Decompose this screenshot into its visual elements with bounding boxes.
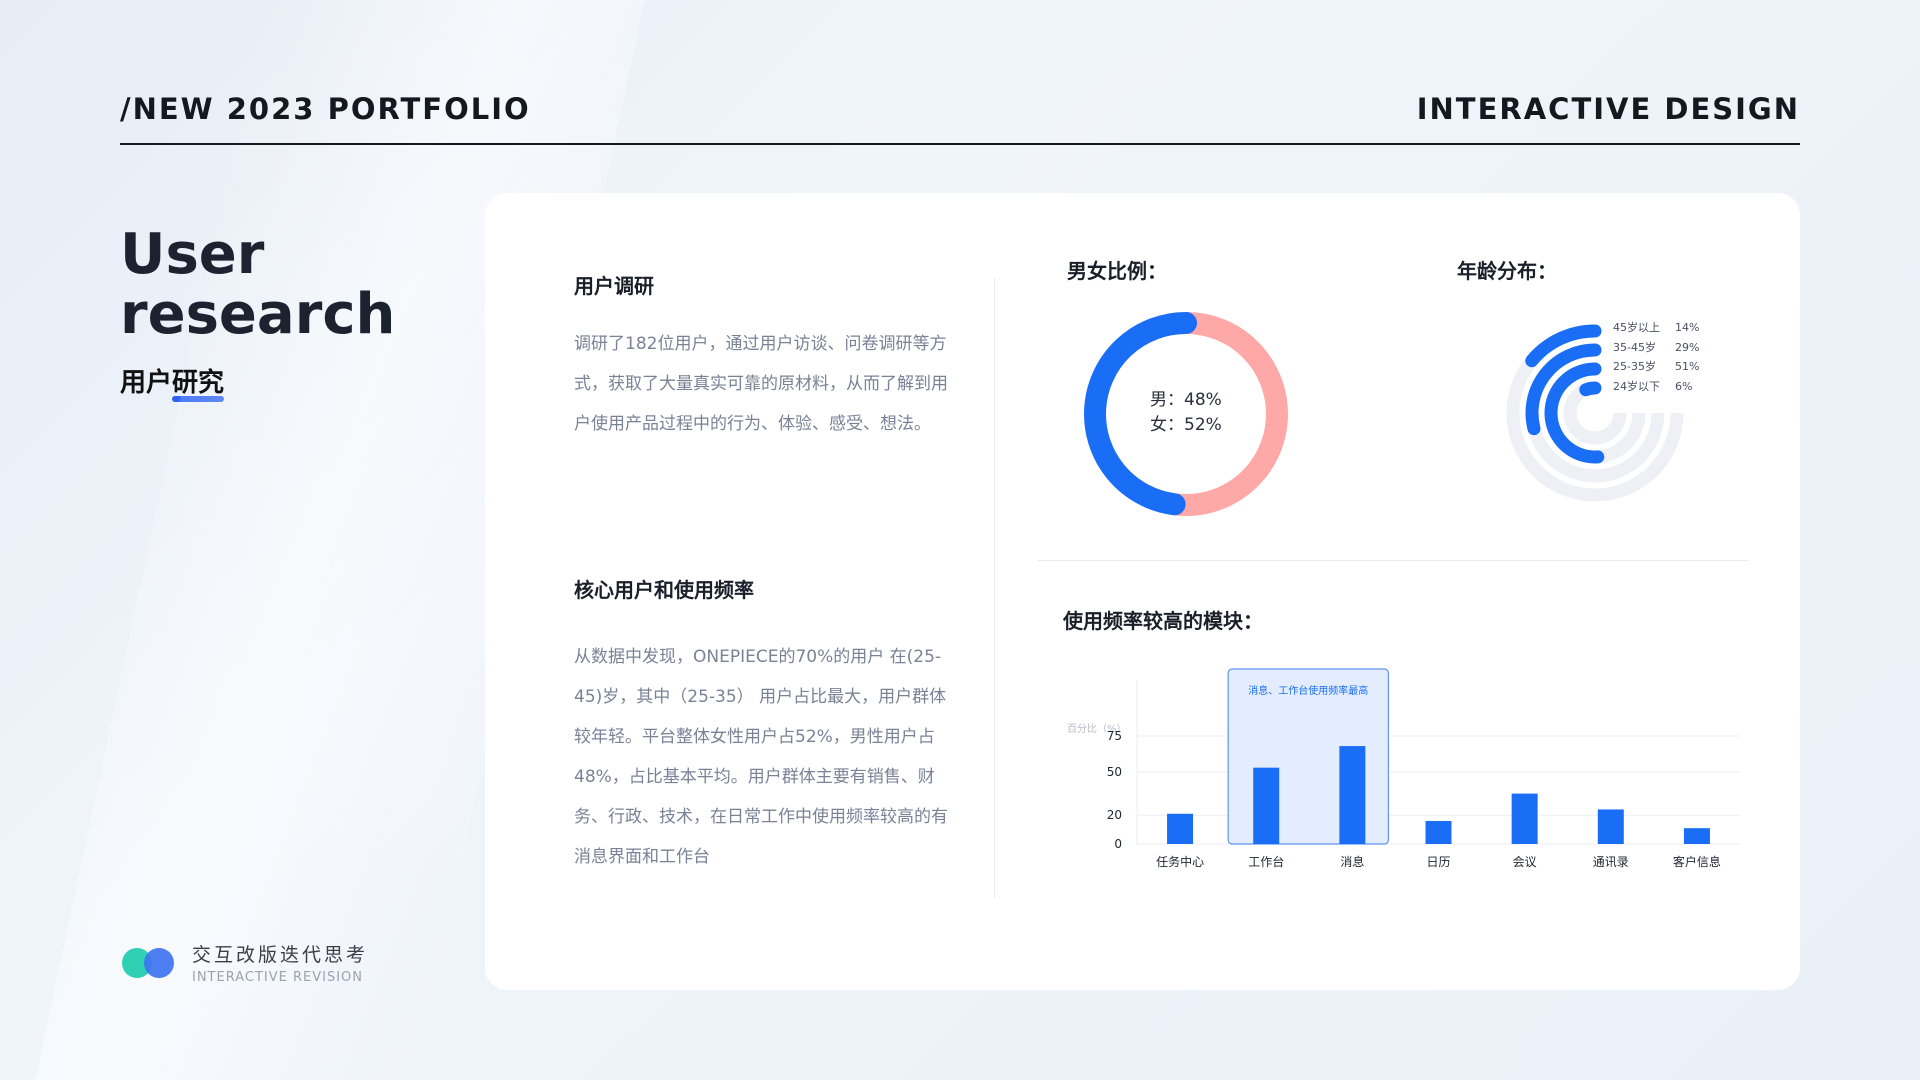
page-subtitle: 用户研究 — [120, 362, 224, 399]
male-label: 男：48% — [1150, 390, 1222, 410]
header-divider — [120, 143, 1800, 145]
age-legend-label: 24岁以下 — [1613, 379, 1660, 393]
age-legend-value: 29% — [1675, 340, 1700, 354]
age-legend-label: 25-35岁 — [1613, 360, 1656, 373]
bar-工作台 — [1253, 767, 1280, 844]
core-users-title: 核心用户和使用频率 — [574, 578, 754, 602]
y-tick-label: 75 — [1107, 729, 1122, 743]
age-legend-value: 51% — [1675, 360, 1700, 373]
horizontal-divider — [1038, 560, 1748, 561]
age-legend-row: 45岁以上 14% — [1613, 318, 1699, 338]
subtitle-underlined: 研究 — [172, 368, 225, 398]
x-tick-label: 消息 — [1340, 854, 1364, 869]
x-tick-label: 客户信息 — [1673, 854, 1721, 869]
brand-name-en: INTERACTIVE REVISION — [192, 970, 363, 985]
usage-bar-chart: 百分比（%）0205075消息、工作台使用频率最高任务中心 工作台 消息 日历 会议 通讯… — [1067, 668, 1740, 869]
research-title: 用户调研 — [574, 274, 654, 298]
portfolio-heading: /NEW 2023 PORTFOLIO — [120, 92, 531, 126]
section-heading: INTERACTIVE DESIGN — [1416, 92, 1800, 126]
age-title: 年龄分布： — [1457, 259, 1557, 283]
bar-客户信息 — [1683, 828, 1710, 844]
bar-消息 — [1339, 746, 1366, 844]
y-tick-label: 20 — [1107, 808, 1122, 822]
gender-labels: 男：48% 女：52% — [1150, 388, 1222, 438]
vertical-divider — [994, 278, 995, 898]
brand-name-cn: 交互改版迭代思考 — [192, 944, 369, 966]
bar-会议 — [1511, 793, 1538, 844]
age-legend-value: 14% — [1675, 321, 1700, 334]
bar-通讯录 — [1597, 809, 1624, 844]
logo-circle-blue — [144, 948, 174, 978]
x-tick-label: 通讯录 — [1593, 855, 1629, 869]
age-legend-row: 25-35岁 51% — [1613, 357, 1699, 377]
age-legend-value: 6% — [1675, 379, 1693, 393]
brand-logo — [122, 946, 180, 980]
x-tick-label: 工作台 — [1248, 854, 1284, 869]
x-tick-label: 任务中心 — [1156, 854, 1204, 869]
y-tick-label: 50 — [1107, 765, 1122, 779]
usage-title: 使用频率较高的模块： — [1063, 609, 1263, 633]
female-label: 女：52% — [1150, 415, 1222, 435]
age-legend-label: 35-45岁 — [1613, 340, 1656, 354]
highlight-label: 消息、工作台使用频率最高 — [1248, 684, 1368, 697]
age-legend: 45岁以上 14% 35-45岁 29% 25-35岁 51% 24岁以下 6% — [1613, 318, 1699, 396]
core-users-text: 从数据中发现，ONEPIECE的70%的用户 在(25-45)岁，其中（25-3… — [574, 647, 948, 867]
x-tick-label: 日历 — [1426, 855, 1450, 869]
age-legend-row: 35-45岁 29% — [1613, 338, 1699, 358]
x-tick-label: 会议 — [1513, 855, 1537, 869]
age-arc — [1579, 381, 1602, 397]
age-legend-label: 45岁以上 — [1613, 321, 1660, 334]
research-text: 调研了182位用户，通过用户访谈、问卷调研等方式，获取了大量真实可靠的原材料，从… — [574, 334, 948, 434]
y-tick-label: 0 — [1114, 837, 1122, 851]
subtitle-prefix: 用户 — [120, 368, 173, 398]
bar-日历 — [1425, 820, 1452, 844]
age-legend-row: 24岁以下 6% — [1613, 377, 1699, 397]
gender-title: 男女比例： — [1067, 259, 1167, 283]
page-title: User research — [120, 222, 396, 347]
bar-任务中心 — [1167, 813, 1194, 844]
